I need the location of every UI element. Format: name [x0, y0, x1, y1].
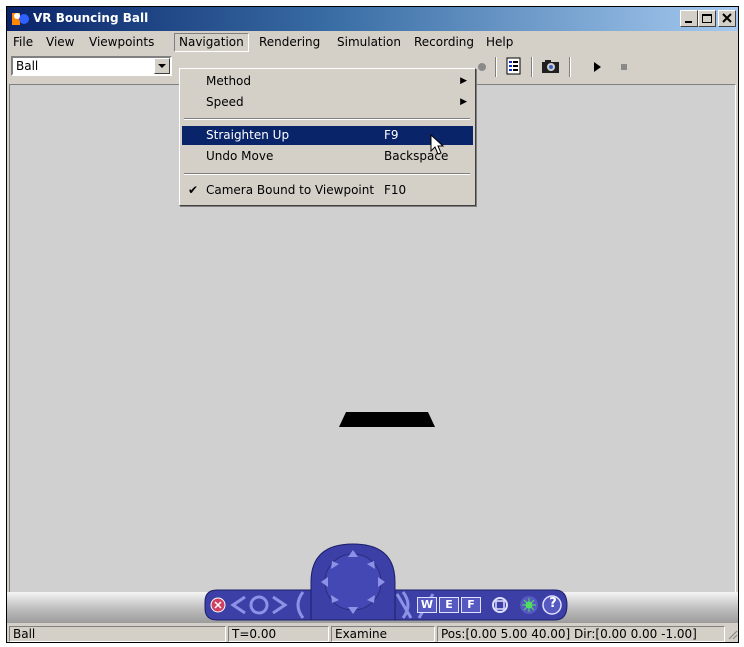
- walk-mode-button[interactable]: W: [417, 597, 437, 613]
- maximize-button[interactable]: [698, 10, 716, 27]
- menu-item-camera-bound-label: Camera Bound to Viewpoint: [206, 183, 375, 197]
- toolbar-separator: [495, 57, 497, 77]
- menu-separator: [184, 173, 470, 175]
- menu-navigation[interactable]: Navigation: [174, 33, 249, 52]
- toolbar-separator: [531, 57, 533, 77]
- viewpoint-select-value: Ball: [16, 59, 39, 73]
- menu-simulation[interactable]: Simulation: [333, 34, 405, 51]
- menu-item-method[interactable]: Method ▶: [182, 72, 473, 91]
- chevron-right-icon: ▶: [460, 97, 467, 107]
- menu-bar: File View Viewpoints Navigation Renderin…: [7, 31, 738, 53]
- resize-grip-icon[interactable]: [726, 628, 738, 642]
- floor-object: [339, 412, 435, 427]
- toolbar-separator: [569, 57, 571, 77]
- menu-item-straighten-up-shortcut: F9: [384, 128, 399, 142]
- status-viewpoint: Ball: [9, 626, 226, 642]
- fly-mode-button[interactable]: F: [461, 597, 481, 613]
- help-icon[interactable]: ?: [544, 595, 562, 613]
- viewpoint-select[interactable]: Ball: [11, 56, 172, 76]
- menu-item-speed[interactable]: Speed ▶: [182, 93, 473, 112]
- navigation-controls: [204, 543, 568, 621]
- status-position: Pos:[0.00 5.00 40.00] Dir:[0.00 0.00 -1.…: [437, 626, 725, 642]
- properties-icon[interactable]: [505, 57, 523, 75]
- status-mode: Examine: [331, 626, 435, 642]
- menu-item-method-label: Method: [206, 74, 252, 88]
- stop-icon[interactable]: [619, 62, 629, 72]
- menu-file[interactable]: File: [9, 34, 37, 51]
- menu-item-camera-bound[interactable]: ✔ Camera Bound to Viewpoint F10: [182, 181, 473, 200]
- chevron-right-icon: ▶: [460, 76, 467, 86]
- close-window-button[interactable]: [718, 10, 736, 27]
- record-icon[interactable]: [476, 61, 488, 73]
- status-bar: Ball T=0.00 Examine Pos:[0.00 5.00 40.00…: [7, 624, 738, 642]
- chevron-down-icon: [158, 64, 166, 68]
- menu-item-camera-bound-shortcut: F10: [384, 183, 407, 197]
- close-icon: [722, 13, 732, 23]
- menu-separator: [184, 118, 470, 120]
- menu-recording[interactable]: Recording: [410, 34, 478, 51]
- menu-viewpoints[interactable]: Viewpoints: [85, 34, 158, 51]
- check-icon: ✔: [188, 183, 199, 197]
- viewpoint-select-dropdown-button[interactable]: [154, 58, 170, 74]
- menu-item-undo-move-label: Undo Move: [206, 149, 274, 163]
- minimize-button[interactable]: [680, 10, 698, 27]
- menu-item-speed-label: Speed: [206, 95, 244, 109]
- capture-frame-icon[interactable]: [541, 58, 561, 74]
- status-time: T=0.00: [228, 626, 329, 642]
- mouse-cursor-icon: [430, 134, 445, 155]
- window-title: VR Bouncing Ball: [33, 11, 149, 25]
- title-bar: VR Bouncing Ball: [7, 7, 738, 31]
- menu-rendering[interactable]: Rendering: [255, 34, 324, 51]
- main-window: VR Bouncing Ball File View Viewpoints Na…: [6, 6, 739, 643]
- app-logo-icon: [12, 13, 29, 25]
- navigation-panel: W E F ?: [7, 543, 738, 623]
- menu-help[interactable]: Help: [482, 34, 517, 51]
- examine-mode-button[interactable]: E: [439, 597, 459, 613]
- maximize-icon: [702, 14, 712, 23]
- minimize-icon: [685, 21, 692, 23]
- menu-item-straighten-up-label: Straighten Up: [206, 128, 290, 142]
- play-icon[interactable]: [591, 60, 603, 74]
- menu-view[interactable]: View: [42, 34, 78, 51]
